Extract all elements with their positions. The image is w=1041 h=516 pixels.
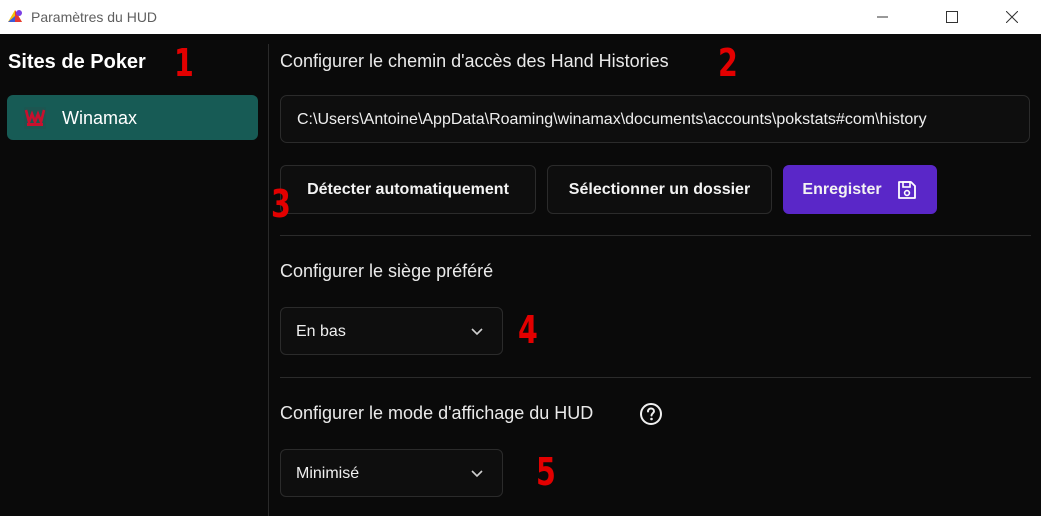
minimize-icon (877, 16, 888, 18)
preferred-seat-title: Configurer le siège préféré (280, 261, 494, 281)
app-logo-icon (8, 10, 22, 22)
question-circle-icon[interactable] (639, 402, 663, 426)
sidebar-item-winamax[interactable]: Winamax (7, 95, 258, 140)
chevron-down-icon (471, 328, 483, 336)
annotation-number: 5 (536, 450, 556, 494)
chevron-down-icon (471, 470, 483, 478)
preferred-seat-select[interactable]: En bas (280, 307, 503, 355)
hand-histories-title: Configurer le chemin d'accès des Hand Hi… (280, 51, 669, 71)
display-mode-value: Minimisé (296, 465, 360, 482)
preferred-seat-value: En bas (296, 323, 346, 340)
sidebar-item-label: Winamax (62, 108, 138, 128)
section-divider (280, 235, 1031, 236)
section-divider (280, 377, 1031, 378)
close-button[interactable] (989, 0, 1035, 34)
winamax-logo-icon (24, 107, 46, 129)
save-label: Enregister (802, 180, 882, 198)
annotation-number: 1 (174, 41, 194, 85)
minimize-button[interactable] (860, 0, 906, 34)
save-button[interactable]: Enregister (783, 165, 937, 214)
floppy-disk-icon (897, 180, 916, 199)
sidebar-title: Sites de Poker (8, 51, 146, 73)
sidebar-divider (268, 44, 269, 516)
select-folder-label: Sélectionner un dossier (568, 180, 751, 198)
detect-automatically-button[interactable]: Détecter automatiquement (280, 165, 536, 214)
select-folder-button[interactable]: Sélectionner un dossier (547, 165, 772, 214)
annotation-number: 3 (271, 182, 291, 226)
hand-histories-path-input[interactable]: C:\Users\Antoine\AppData\Roaming\winamax… (280, 95, 1030, 143)
annotation-number: 2 (718, 41, 738, 85)
maximize-button[interactable] (929, 0, 975, 34)
window-title: Paramètres du HUD (31, 9, 158, 25)
display-mode-select[interactable]: Minimisé (280, 449, 503, 497)
close-icon (1006, 11, 1018, 23)
annotation-number: 4 (518, 308, 538, 352)
display-mode-title: Configurer le mode d'affichage du HUD (280, 403, 594, 423)
hand-histories-path-value: C:\Users\Antoine\AppData\Roaming\winamax… (297, 111, 927, 128)
maximize-icon (946, 11, 958, 23)
detect-automatically-label: Détecter automatiquement (307, 180, 509, 198)
title-bar: Paramètres du HUD (0, 0, 1041, 34)
